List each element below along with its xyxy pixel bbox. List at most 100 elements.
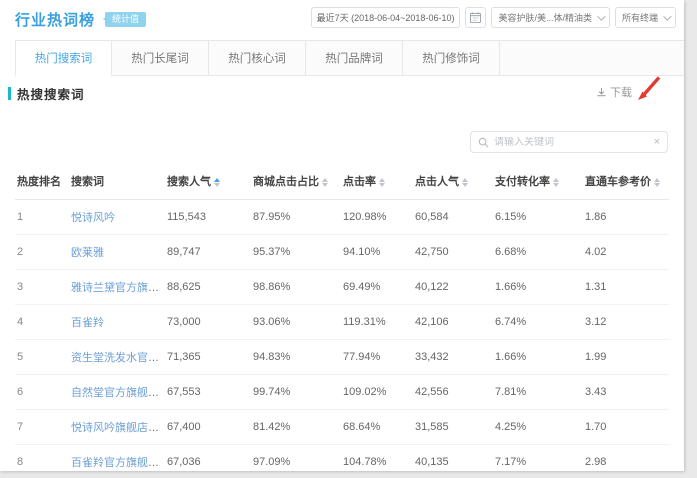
col-header-pay-conversion: 支付转化率 xyxy=(493,165,583,200)
sort-caret-icon[interactable] xyxy=(379,178,385,187)
page-header: 行业热词榜 统计值 xyxy=(15,9,146,30)
keyword-link[interactable]: 悦诗风吟 xyxy=(71,212,115,224)
col-header-search-popularity: 搜索人气 xyxy=(165,165,251,200)
table-body: 1 悦诗风吟 115,543 87.95% 120.98% 60,584 6.1… xyxy=(15,200,669,478)
filter-toolbar: 最近7天 (2018-06-04~2018-06-10) 美容护肤/美...体/… xyxy=(311,7,676,28)
tab-hot-brand-words[interactable]: 热门品牌词 xyxy=(306,41,403,75)
search-popularity-cell: 115,543 xyxy=(165,200,251,235)
mall-click-ratio-cell: 98.86% xyxy=(251,270,341,305)
table-row: 3 雅诗兰黛官方旗舰店.. 88,625 98.86% 69.49% 40,12… xyxy=(15,270,669,305)
table-row: 8 百雀羚官方旗舰店官网 67,036 97.09% 104.78% 40,13… xyxy=(15,445,669,478)
keyword-cell: 自然堂官方旗舰店官.. xyxy=(69,375,165,410)
col-header-click-rate: 点击率 xyxy=(341,165,413,200)
sort-caret-icon[interactable] xyxy=(322,178,328,187)
click-popularity-cell: 42,106 xyxy=(413,305,493,340)
category-select[interactable]: 美容护肤/美...体/精油类 xyxy=(491,7,610,28)
tab-hot-longtail-words[interactable]: 热门长尾词 xyxy=(112,41,209,75)
click-rate-cell: 109.02% xyxy=(341,375,413,410)
pay-conversion-cell: 1.66% xyxy=(493,340,583,375)
rank-cell: 6 xyxy=(15,375,69,410)
click-popularity-cell: 33,432 xyxy=(413,340,493,375)
pay-conversion-cell: 6.15% xyxy=(493,200,583,235)
click-popularity-cell: 40,122 xyxy=(413,270,493,305)
ztc-ref-price-cell: 3.12 xyxy=(583,305,669,340)
date-range-display[interactable]: 最近7天 (2018-06-04~2018-06-10) xyxy=(311,7,461,28)
click-popularity-cell: 40,135 xyxy=(413,445,493,478)
download-label: 下载 xyxy=(610,84,632,100)
table-row: 6 自然堂官方旗舰店官.. 67,553 99.74% 109.02% 42,5… xyxy=(15,375,669,410)
page-title: 行业热词榜 xyxy=(15,9,95,30)
download-button[interactable]: 下载 xyxy=(596,84,632,100)
keyword-search-box: × xyxy=(470,131,668,153)
section-header: 热搜搜索词 xyxy=(8,84,85,103)
rank-cell: 2 xyxy=(15,235,69,270)
pay-conversion-cell: 4.25% xyxy=(493,410,583,445)
keyword-link[interactable]: 雅诗兰黛官方旗舰店.. xyxy=(71,282,165,294)
keyword-cell: 悦诗风吟旗舰店官网 xyxy=(69,410,165,445)
keyword-link[interactable]: 百雀羚官方旗舰店官网 xyxy=(71,457,165,469)
table-row: 1 悦诗风吟 115,543 87.95% 120.98% 60,584 6.1… xyxy=(15,200,669,235)
sort-caret-icon[interactable] xyxy=(214,178,220,187)
col-header-keyword: 搜索词 xyxy=(69,165,165,200)
clear-icon[interactable]: × xyxy=(654,137,660,148)
rank-cell: 1 xyxy=(15,200,69,235)
rank-cell: 8 xyxy=(15,445,69,478)
ztc-ref-price-cell: 1.86 xyxy=(583,200,669,235)
keyword-link[interactable]: 自然堂官方旗舰店官.. xyxy=(71,387,165,399)
click-rate-cell: 94.10% xyxy=(341,235,413,270)
click-rate-cell: 69.49% xyxy=(341,270,413,305)
pay-conversion-cell: 6.68% xyxy=(493,235,583,270)
click-popularity-cell: 42,750 xyxy=(413,235,493,270)
keyword-link[interactable]: 悦诗风吟旗舰店官网 xyxy=(71,422,165,434)
click-rate-cell: 77.94% xyxy=(341,340,413,375)
pay-conversion-cell: 7.81% xyxy=(493,375,583,410)
tab-hot-modifier-words[interactable]: 热门修饰词 xyxy=(403,41,500,75)
tab-hot-core-words[interactable]: 热门核心词 xyxy=(209,41,306,75)
section-title: 热搜搜索词 xyxy=(17,84,85,103)
title-badge: 统计值 xyxy=(105,12,146,27)
rank-cell: 7 xyxy=(15,410,69,445)
search-input[interactable] xyxy=(494,137,654,148)
keyword-link[interactable]: 资生堂洗发水官方旗舰 xyxy=(71,352,165,364)
search-popularity-cell: 67,553 xyxy=(165,375,251,410)
mall-click-ratio-cell: 93.06% xyxy=(251,305,341,340)
search-popularity-cell: 73,000 xyxy=(165,305,251,340)
search-icon xyxy=(478,137,489,148)
col-header-ztc-ref-price: 直通车参考价 xyxy=(583,165,669,200)
search-popularity-cell: 71,365 xyxy=(165,340,251,375)
ztc-ref-price-cell: 4.02 xyxy=(583,235,669,270)
mall-click-ratio-cell: 81.42% xyxy=(251,410,341,445)
search-popularity-cell: 89,747 xyxy=(165,235,251,270)
rank-cell: 3 xyxy=(15,270,69,305)
keyword-cell: 百雀羚官方旗舰店官网 xyxy=(69,445,165,478)
keyword-cell: 悦诗风吟 xyxy=(69,200,165,235)
keyword-link[interactable]: 百雀羚 xyxy=(71,317,104,329)
click-rate-cell: 104.78% xyxy=(341,445,413,478)
ztc-ref-price-cell: 2.98 xyxy=(583,445,669,478)
ztc-ref-price-cell: 3.43 xyxy=(583,375,669,410)
table-row: 7 悦诗风吟旗舰店官网 67,400 81.42% 68.64% 31,585 … xyxy=(15,410,669,445)
sort-caret-icon[interactable] xyxy=(553,178,559,187)
table-row: 5 资生堂洗发水官方旗舰 71,365 94.83% 77.94% 33,432… xyxy=(15,340,669,375)
calendar-button[interactable] xyxy=(465,7,486,28)
col-header-click-popularity: 点击人气 xyxy=(413,165,493,200)
device-select[interactable]: 所有终端 xyxy=(615,7,676,28)
click-popularity-cell: 42,556 xyxy=(413,375,493,410)
ztc-ref-price-cell: 1.99 xyxy=(583,340,669,375)
click-rate-cell: 120.98% xyxy=(341,200,413,235)
search-popularity-cell: 88,625 xyxy=(165,270,251,305)
keyword-link[interactable]: 欧莱雅 xyxy=(71,247,104,259)
click-rate-cell: 119.31% xyxy=(341,305,413,340)
calendar-icon xyxy=(470,12,481,23)
click-rate-cell: 68.64% xyxy=(341,410,413,445)
chevron-down-icon xyxy=(663,12,671,20)
pay-conversion-cell: 1.66% xyxy=(493,270,583,305)
sort-caret-icon[interactable] xyxy=(462,178,468,187)
device-select-value: 所有终端 xyxy=(622,11,658,24)
keyword-cell: 百雀羚 xyxy=(69,305,165,340)
mall-click-ratio-cell: 95.37% xyxy=(251,235,341,270)
search-popularity-cell: 67,036 xyxy=(165,445,251,478)
table-header-row: 热度排名 搜索词 搜索人气 商城点击占比 点击率 点击人气 支付转化率 直通车参… xyxy=(15,165,669,200)
tab-hot-search-words[interactable]: 热门搜索词 xyxy=(15,41,112,76)
sort-caret-icon[interactable] xyxy=(654,178,660,187)
